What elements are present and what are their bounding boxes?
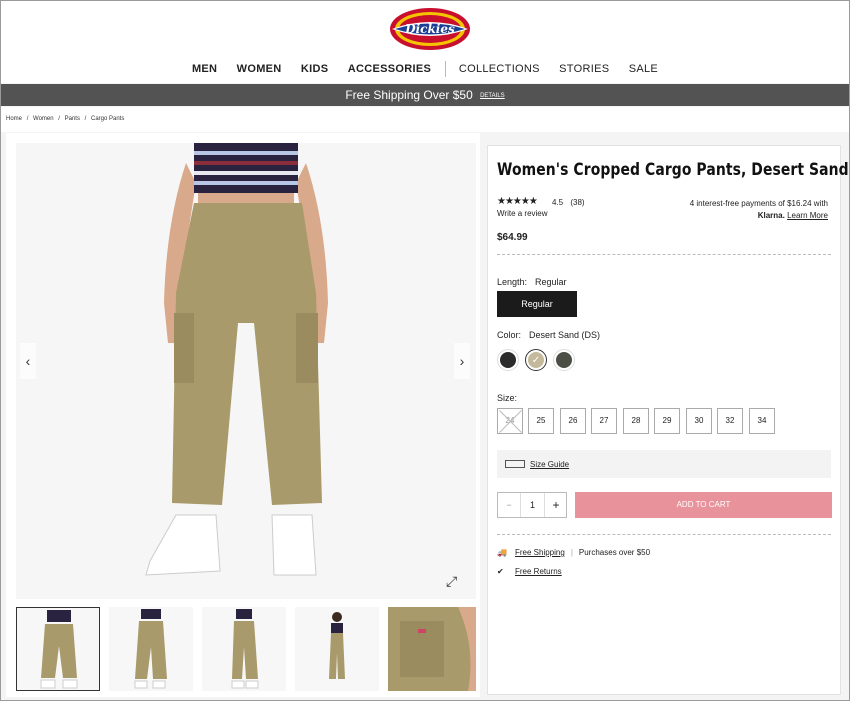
size-option[interactable]: 34 [749, 408, 775, 434]
klarna-text: 4 interest-free payments of $16.24 with [689, 199, 828, 208]
add-to-cart-button[interactable]: ADD TO CART [575, 492, 832, 518]
main-product-image[interactable]: ‹ › ⤢ [16, 143, 476, 599]
klarna-info: 4 interest-free payments of $16.24 with … [690, 198, 828, 222]
nav-sale[interactable]: SALE [629, 63, 658, 75]
quantity-increase-button[interactable]: + [544, 493, 567, 517]
quantity-input[interactable]: 1 [521, 493, 544, 517]
purchases-over-text: Purchases over $50 [578, 548, 651, 557]
nav-men[interactable]: MEN [192, 63, 217, 75]
nav-divider [444, 61, 446, 77]
divider [497, 254, 831, 255]
swatch-desert-sand[interactable]: ✓ [525, 349, 547, 371]
size-option[interactable]: 25 [528, 408, 554, 434]
thumbnail-2[interactable] [109, 607, 193, 691]
nav-women[interactable]: WOMEN [237, 63, 282, 75]
length-label-text: Length: [497, 277, 528, 287]
size-option[interactable]: 28 [623, 408, 649, 434]
brand-logo[interactable]: Dickies [389, 7, 471, 51]
product-title: Women's Cropped Cargo Pants, Desert Sand [497, 160, 849, 180]
klarna-brand: Klarna. [757, 211, 785, 220]
size-option[interactable]: 29 [654, 408, 680, 434]
breadcrumb-pants[interactable]: Pants [65, 116, 80, 122]
breadcrumb-cargo-pants[interactable]: Cargo Pants [91, 116, 124, 122]
rating-value: 4.5 [552, 198, 564, 207]
size-guide-bar[interactable]: Size Guide [497, 450, 831, 478]
quantity-decrease-button[interactable]: − [498, 493, 521, 517]
nav-collections[interactable]: COLLECTIONS [459, 63, 540, 75]
main-nav: MEN WOMEN KIDS ACCESSORIES COLLECTIONS S… [1, 61, 849, 77]
rating-summary[interactable]: 4.5 (38) [552, 198, 590, 207]
thumbnail-5[interactable] [388, 607, 476, 691]
length-regular-button[interactable]: Regular [497, 291, 577, 317]
size-option[interactable]: 32 [717, 408, 743, 434]
write-review-link[interactable]: Write a review [497, 209, 548, 218]
swatch-black[interactable] [497, 349, 519, 371]
klarna-learn-more-link[interactable]: Learn More [787, 211, 828, 220]
nav-accessories[interactable]: ACCESSORIES [348, 63, 431, 75]
breadcrumb-separator: / [84, 116, 87, 122]
shipping-info: 🚚 Free Shipping | Purchases over $50 [497, 548, 650, 557]
quantity-stepper: − 1 + [497, 492, 567, 518]
promo-details-link[interactable]: DETAILS [480, 93, 505, 99]
size-option[interactable]: 27 [591, 408, 617, 434]
product-price: $64.99 [497, 232, 528, 243]
product-gallery: ‹ › ⤢ [6, 133, 480, 697]
svg-text:Dickies: Dickies [404, 22, 455, 36]
free-shipping-link[interactable]: Free Shipping [515, 548, 565, 557]
breadcrumb: Home / Women / Pants / Cargo Pants [1, 107, 849, 132]
size-option[interactable]: 26 [560, 408, 586, 434]
chevron-left-icon[interactable]: ‹ [20, 343, 36, 379]
size-option[interactable]: 24 [497, 408, 523, 434]
nav-stories[interactable]: STORIES [559, 63, 609, 75]
size-guide-link[interactable]: Size Guide [530, 460, 569, 469]
free-returns-link[interactable]: Free Returns [515, 567, 562, 576]
thumbnail-4[interactable] [295, 607, 379, 691]
expand-icon[interactable]: ⤢ [446, 573, 464, 591]
promo-banner: Free Shipping Over $50 DETAILS [1, 84, 849, 106]
review-count: (38) [570, 198, 585, 207]
breadcrumb-separator: / [26, 116, 29, 122]
swatch-olive[interactable] [553, 349, 575, 371]
color-value: Desert Sand (DS) [529, 330, 601, 340]
color-label: Color: Desert Sand (DS) [497, 330, 600, 340]
star-rating-icon: ★★★★★ [497, 196, 538, 207]
size-label: Size: [497, 393, 518, 403]
length-value: Regular [535, 277, 567, 287]
chevron-right-icon[interactable]: › [454, 343, 470, 379]
nav-kids[interactable]: KIDS [301, 63, 328, 75]
check-circle-icon: ✔ [497, 567, 504, 576]
returns-info: ✔ Free Returns [497, 567, 562, 576]
site-header: Dickies MEN WOMEN KIDS ACCESSORIES COLLE… [1, 1, 849, 83]
truck-icon: 🚚 [497, 548, 507, 557]
length-label: Length: Regular [497, 277, 567, 287]
ruler-icon [505, 460, 525, 468]
breadcrumb-separator: / [58, 116, 60, 122]
thumbnail-strip [16, 607, 476, 691]
product-details-panel: Women's Cropped Cargo Pants, Desert Sand… [487, 145, 849, 695]
promo-text: Free Shipping Over $50 [345, 88, 473, 102]
divider [497, 534, 831, 535]
separator: | [570, 548, 573, 557]
color-label-text: Color: [497, 330, 522, 340]
thumbnail-1[interactable] [16, 607, 100, 691]
breadcrumb-home[interactable]: Home [6, 116, 22, 122]
check-icon: ✓ [528, 352, 544, 368]
breadcrumb-women[interactable]: Women [33, 116, 54, 122]
size-option[interactable]: 30 [686, 408, 712, 434]
thumbnail-3[interactable] [202, 607, 286, 691]
